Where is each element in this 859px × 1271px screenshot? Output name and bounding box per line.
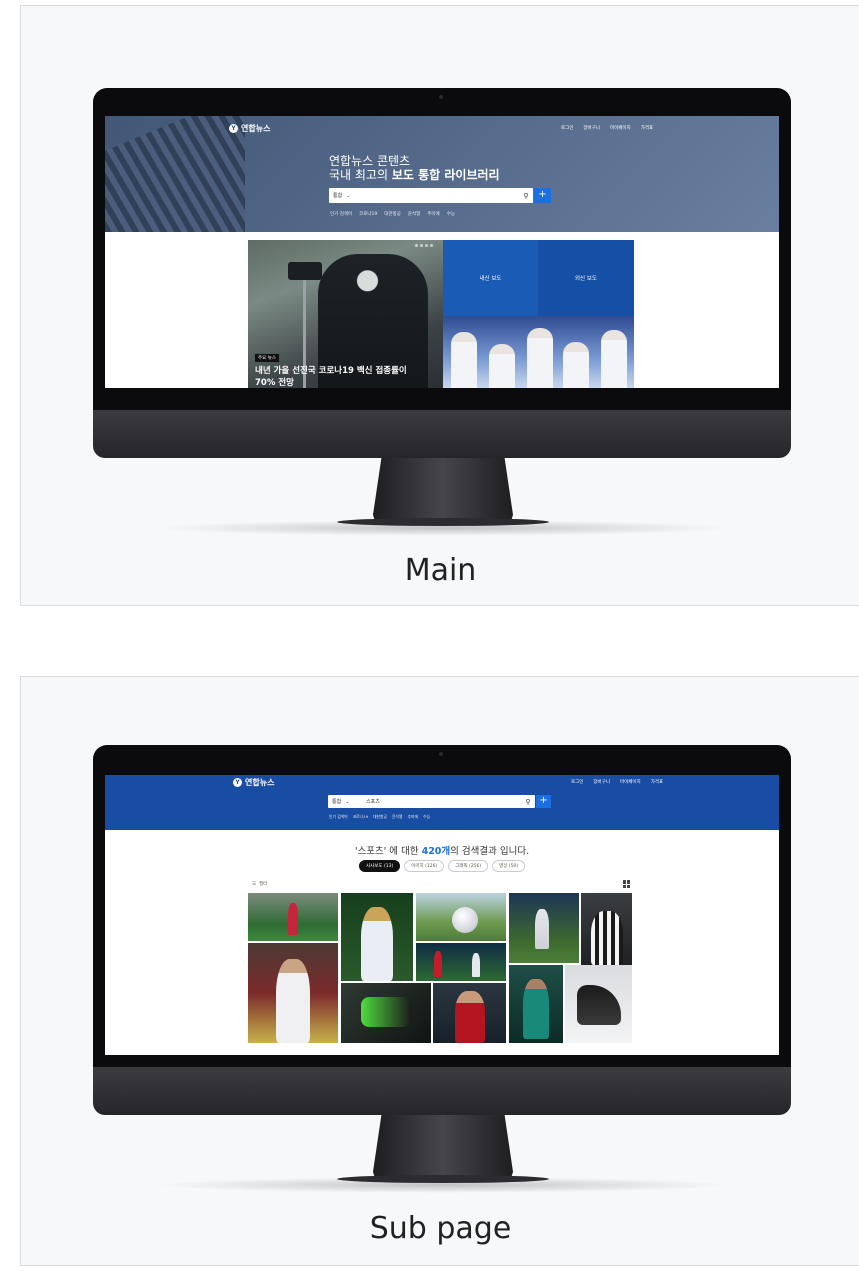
news-title-line2: 70% 전망 [255, 378, 294, 388]
main-preview-panel: Y 연합뉴스 로그인 장바구니 마이페이지 가격표 연합뉴스 콘텐츠 국내 최고… [20, 5, 859, 606]
search-scope-select[interactable]: 통합 ⌄ [332, 798, 366, 806]
search-plus-button[interactable]: + [536, 795, 551, 808]
photo-madrid-player[interactable] [248, 943, 338, 1043]
tile-foreign-news[interactable]: 외신 보도 [538, 240, 634, 316]
logo-icon: Y [233, 778, 242, 787]
tag-label: 인기 검색어 [329, 814, 348, 819]
popular-tags: 인기 검색어 코로나19 대한항공 윤석열 추미애 수능 [330, 211, 455, 217]
camera-dot [439, 752, 443, 756]
featured-news-card[interactable]: 주요 뉴스 내년 가을 선진국 코로나19 백신 접종률이 70% 전망 [248, 240, 443, 388]
hero-banner: Y 연합뉴스 로그인 장바구니 마이페이지 가격표 연합뉴스 콘텐츠 국내 최고… [105, 116, 779, 232]
filter-control[interactable]: ☰ 필터 [252, 881, 267, 888]
tile-domestic-news[interactable]: 내신 보도 [443, 240, 538, 316]
sub-screen: Y 연합뉴스 로그인 장바구니 마이페이지 가격표 통합 ⌄ 스포츠 ⚲ + 인기… [105, 775, 779, 1055]
main-screen: Y 연합뉴스 로그인 장바구니 마이페이지 가격표 연합뉴스 콘텐츠 국내 최고… [105, 116, 779, 388]
nav-login[interactable]: 로그인 [571, 779, 583, 785]
tag-item[interactable]: 수능 [423, 814, 430, 820]
nav-login[interactable]: 로그인 [561, 125, 573, 131]
search-icon[interactable]: ⚲ [521, 798, 535, 806]
carousel-dots[interactable] [415, 244, 433, 247]
imac-chin [93, 1067, 791, 1115]
tag-item[interactable]: 대한항공 [373, 814, 387, 820]
tag-item[interactable]: 대한항공 [384, 211, 401, 217]
chevron-down-icon: ⌄ [346, 192, 351, 199]
nav-cart[interactable]: 장바구니 [583, 125, 600, 131]
imac-mockup-main: Y 연합뉴스 로그인 장바구니 마이페이지 가격표 연합뉴스 콘텐츠 국내 최고… [93, 88, 791, 548]
imac-stand [373, 458, 513, 524]
tag-item[interactable]: 추미애 [407, 814, 417, 820]
nav-pricing[interactable]: 가격표 [641, 125, 653, 131]
photo-adidas-boot[interactable] [565, 965, 632, 1043]
search-result-title: '스포츠' 에 대한 420개의 검색결과 입니다. [354, 846, 530, 857]
nav-mypage[interactable]: 마이페이지 [610, 125, 631, 131]
tag-label: 인기 검색어 [330, 212, 353, 217]
photo-ronaldo-portugal[interactable] [433, 983, 506, 1043]
caption-sub: Sub page [369, 1211, 512, 1246]
photo-juventus-player[interactable] [581, 893, 632, 965]
caption-main: Main [404, 553, 477, 588]
search-icon[interactable]: ⚲ [519, 192, 533, 200]
photo-soccer-ball[interactable] [416, 893, 506, 941]
tag-item[interactable]: 추미애 [427, 211, 439, 217]
nav-cart[interactable]: 장바구니 [593, 779, 610, 785]
news-badge: 주요 뉴스 [255, 354, 279, 362]
sub-header: Y 연합뉴스 로그인 장바구니 마이페이지 가격표 통합 ⌄ 스포츠 ⚲ + 인기… [105, 775, 779, 830]
top-nav: 로그인 장바구니 마이페이지 가격표 [571, 779, 663, 785]
photo-ballon-dor[interactable] [341, 893, 413, 981]
tag-item[interactable]: 코로나19 [353, 814, 368, 820]
tab-news[interactable]: 사사보도 (13) [359, 860, 401, 872]
site-logo[interactable]: Y 연합뉴스 [229, 123, 270, 134]
building-graphic [105, 116, 245, 232]
news-title-line1: 내년 가을 선진국 코로나19 백신 접종률이 [255, 366, 407, 376]
sub-preview-panel: Y 연합뉴스 로그인 장바구니 마이페이지 가격표 통합 ⌄ 스포츠 ⚲ + 인기… [20, 676, 859, 1266]
logo-icon: Y [229, 124, 238, 133]
filter-icon: ☰ [252, 881, 257, 887]
photo-dribbling-player[interactable] [509, 893, 579, 963]
camera-dot [439, 95, 443, 99]
tag-item[interactable]: 윤석열 [392, 814, 402, 820]
kpop-photo[interactable] [443, 316, 634, 388]
result-tabs: 사사보도 (13) 이미지 (126) 그래픽 (256) 영상 (50) [359, 860, 526, 872]
imac-mockup-sub: Y 연합뉴스 로그인 장바구니 마이페이지 가격표 통합 ⌄ 스포츠 ⚲ + 인기… [93, 745, 791, 1205]
imac-stand [373, 1115, 513, 1181]
grid-view-icon[interactable] [623, 880, 631, 888]
tab-images[interactable]: 이미지 (126) [404, 860, 445, 872]
search-input[interactable]: 스포츠 [366, 798, 521, 805]
site-logo[interactable]: Y 연합뉴스 [233, 777, 274, 788]
hero-title-line2: 국내 최고의 보도 통합 라이브러리 [329, 168, 500, 182]
nav-pricing[interactable]: 가격표 [651, 779, 663, 785]
search-bar[interactable]: 통합 ⌄ ⚲ [329, 188, 533, 203]
search-bar[interactable]: 통합 ⌄ 스포츠 ⚲ [328, 795, 535, 808]
thermal-camera-graphic [288, 262, 322, 280]
photo-nike-boots[interactable] [341, 983, 431, 1043]
search-plus-button[interactable]: + [534, 188, 551, 203]
photo-night-match[interactable] [416, 943, 506, 981]
tag-item[interactable]: 코로나19 [359, 211, 377, 217]
popular-tags: 인기 검색어 코로나19 대한항공 윤석열 추미애 수능 [329, 814, 430, 820]
search-scope-select[interactable]: 통합 ⌄ [333, 192, 367, 200]
tab-graphics[interactable]: 그래픽 (256) [448, 860, 489, 872]
imac-chin [93, 410, 791, 458]
photo-goalkeeper[interactable] [509, 965, 563, 1043]
chevron-down-icon: ⌄ [345, 798, 350, 805]
tag-item[interactable]: 윤석열 [408, 211, 420, 217]
nav-mypage[interactable]: 마이페이지 [620, 779, 641, 785]
tag-item[interactable]: 수능 [447, 211, 455, 217]
tab-videos[interactable]: 영상 (50) [492, 860, 526, 872]
top-nav: 로그인 장바구니 마이페이지 가격표 [561, 125, 653, 131]
photo-football-match[interactable] [248, 893, 338, 941]
